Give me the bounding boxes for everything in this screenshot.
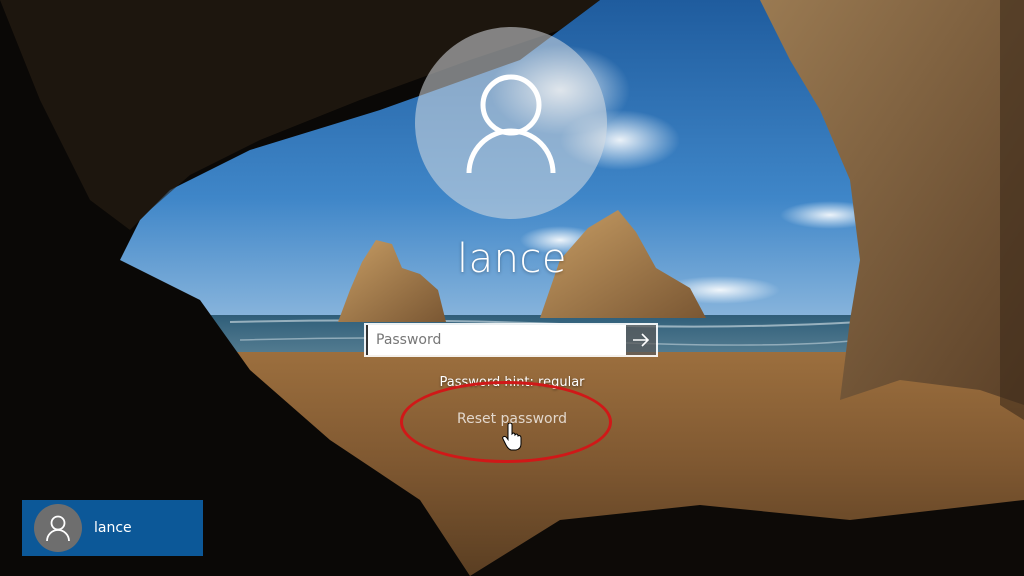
user-icon [46, 515, 70, 541]
user-tile-name: lance [94, 520, 132, 536]
user-tile-lance[interactable]: lance [22, 500, 203, 556]
password-input[interactable] [366, 325, 626, 355]
user-icon [466, 74, 556, 174]
password-hint: Password hint: regular [439, 375, 585, 390]
user-avatar-small [34, 504, 82, 552]
lock-screen: lance Password hint: regular Reset passw… [0, 0, 1024, 576]
username-title: lance [456, 236, 568, 282]
password-row [364, 323, 658, 357]
arrow-right-icon [633, 333, 650, 347]
reset-password-link[interactable]: Reset password [412, 411, 612, 427]
user-avatar-large [415, 27, 607, 219]
submit-button[interactable] [626, 325, 656, 355]
